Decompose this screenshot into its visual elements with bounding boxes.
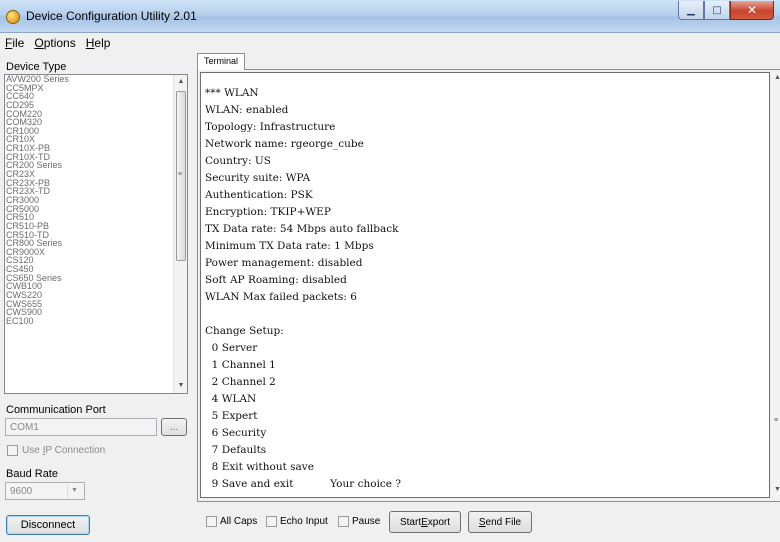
- menu-options-label: ptions: [43, 36, 76, 50]
- maximize-icon: □: [712, 4, 722, 16]
- menu-help[interactable]: Help: [81, 34, 116, 52]
- baud-rate-value: 9600: [10, 486, 33, 497]
- menu-options[interactable]: Options: [29, 34, 80, 52]
- window-title: Device Configuration Utility 2.01: [26, 9, 197, 23]
- use-ip-checkbox[interactable]: [7, 445, 18, 456]
- maximize-button[interactable]: □: [704, 1, 730, 20]
- send-file-button[interactable]: Send File: [468, 511, 532, 533]
- start-export-label-pre: Start: [399, 516, 422, 528]
- all-caps-checkbox[interactable]: [206, 516, 217, 527]
- chevron-down-icon: ▼: [67, 484, 81, 498]
- pause-label: Pause: [352, 516, 381, 527]
- scroll-down-arrow-icon[interactable]: ▼: [174, 379, 187, 393]
- minimize-icon: ▁: [687, 4, 695, 16]
- terminal-grip-icon: ≡: [774, 417, 779, 424]
- device-type-list[interactable]: AVW200 Series CC5MPX CC640 CD295 COM220 COM32…: [4, 74, 188, 394]
- device-list-items: AVW200 Series CC5MPX CC640 CD295 COM220 COM32…: [5, 75, 187, 326]
- use-ip-label: Use IP Connection: [22, 445, 105, 456]
- start-export-label-post: xport: [427, 516, 451, 528]
- terminal-scroll-down-icon[interactable]: ▼: [774, 486, 780, 493]
- window-controls: ▁ □ ✕: [678, 1, 774, 20]
- device-list-scrollbar[interactable]: ▲ ≡ ▼: [173, 75, 187, 393]
- device-type-label: Device Type: [6, 61, 67, 73]
- send-file-label-post: end File: [485, 516, 522, 528]
- close-icon: ✕: [746, 3, 758, 17]
- close-button[interactable]: ✕: [730, 1, 774, 20]
- tab-terminal[interactable]: Terminal: [197, 53, 246, 70]
- echo-input-label: Echo Input: [280, 516, 328, 527]
- use-ip-label-post: P Connection: [45, 445, 106, 456]
- menu-file[interactable]: File: [0, 34, 29, 52]
- device-list-item[interactable]: EC100: [6, 317, 187, 326]
- menu-help-label: elp: [94, 36, 111, 50]
- terminal-output[interactable]: *** WLAN WLAN: enabled Topology: Infrast…: [200, 72, 770, 498]
- pause-checkbox[interactable]: [338, 516, 349, 527]
- comm-port-label: Communication Port: [6, 404, 106, 416]
- comm-port-field[interactable]: COM1: [5, 418, 157, 436]
- minimize-button[interactable]: ▁: [678, 1, 704, 20]
- disconnect-button[interactable]: Disconnect: [6, 515, 90, 535]
- app-icon: [6, 10, 20, 24]
- start-export-label-accel: E: [421, 516, 428, 528]
- browse-port-button[interactable]: ...: [161, 418, 187, 436]
- echo-input-checkbox[interactable]: [266, 516, 277, 527]
- terminal-scroll-up-icon[interactable]: ▲: [774, 74, 780, 81]
- terminal-scrollbar[interactable]: ▲ ≡ ▼: [772, 72, 780, 498]
- send-file-label-accel: S: [478, 516, 486, 528]
- scroll-up-arrow-icon[interactable]: ▲: [174, 75, 187, 89]
- menu-options-accel: O: [34, 36, 44, 50]
- terminal-text: *** WLAN WLAN: enabled Topology: Infrast…: [205, 87, 401, 490]
- use-ip-label-pre: Use: [22, 445, 43, 456]
- all-caps-label: All Caps: [220, 516, 258, 527]
- app-window: Device Configuration Utility 2.01 ▁ □ ✕ …: [0, 0, 780, 542]
- title-bar: Device Configuration Utility 2.01 ▁ □ ✕: [0, 0, 780, 33]
- grip-icon: ≡: [178, 171, 183, 178]
- start-export-button[interactable]: Start Export: [389, 511, 461, 533]
- baud-rate-select[interactable]: 9600 ▼: [5, 482, 85, 500]
- menu-bar: File Options Help: [0, 34, 780, 52]
- menu-file-label: ile: [12, 36, 25, 50]
- baud-rate-label: Baud Rate: [6, 468, 58, 480]
